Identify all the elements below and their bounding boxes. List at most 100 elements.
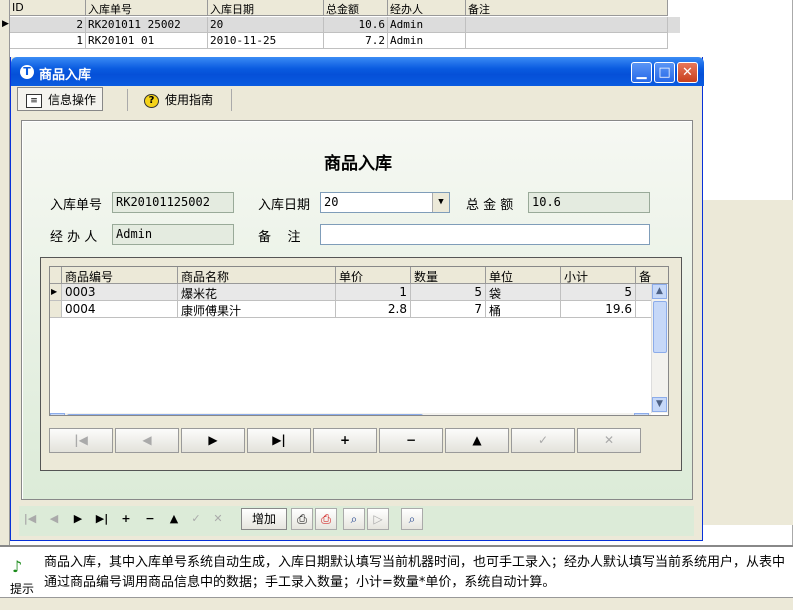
col-header[interactable]: 数量 — [411, 267, 486, 284]
col-header[interactable]: 总金额 — [324, 0, 388, 16]
cell-no: RK201011 25002 — [86, 17, 208, 33]
first-record-button[interactable]: |◀ — [19, 510, 41, 528]
chevron-down-icon[interactable]: ▼ — [432, 193, 449, 212]
last-record-button[interactable]: ▶| — [91, 510, 113, 528]
tip-text: 商品入库，其中入库单号系统自动生成，入库日期默认填写当前机器时间，也可手工录入；… — [44, 555, 786, 590]
status-bar — [0, 597, 793, 610]
help-icon: ? — [144, 93, 159, 108]
cell-subtotal: 5 — [561, 284, 636, 301]
col-header[interactable]: 经办人 — [388, 0, 466, 16]
next-record-button[interactable]: ▶ — [67, 510, 89, 528]
col-header[interactable]: 备 — [636, 267, 668, 284]
cell-handler: Admin — [388, 17, 466, 33]
edit-record-button[interactable]: ▲ — [445, 428, 509, 453]
vertical-scrollbar[interactable]: ▲ ▼ — [651, 284, 668, 413]
order-no-field[interactable]: RK20101125002 — [112, 192, 234, 213]
horizontal-scroll-thumb[interactable]: ||| — [67, 414, 423, 415]
handler-field[interactable]: Admin — [112, 224, 234, 245]
post-record-button[interactable]: ✓ — [185, 510, 207, 528]
cell-handler: Admin — [388, 33, 466, 49]
date-value: 20 — [324, 195, 339, 209]
note-field[interactable] — [320, 224, 650, 245]
cell-note — [466, 17, 668, 33]
col-header[interactable]: 单位 — [486, 267, 561, 284]
tip-icon: ♪ — [12, 557, 23, 576]
print-icon[interactable]: ⎙ — [291, 508, 313, 530]
cell-name: 爆米花 — [178, 284, 336, 301]
tip-label: 提示 — [10, 582, 35, 596]
prior-record-button[interactable]: ◀ — [43, 510, 65, 528]
last-record-button[interactable]: ▶| — [247, 428, 311, 453]
stock-in-window: T 商品入库 ▁ □ ✕ ≡ 信息操作 ? 使用指南 商品入库 入库单号 RK201… — [10, 57, 704, 541]
date-picker[interactable]: 20 ▼ — [320, 192, 450, 213]
bottom-toolbar: |◀ ◀ ▶ ▶| + − ▲ ✓ ✕ 增加 ⎙ ⎙ ⌕ ▷ ⌕ — [19, 508, 424, 530]
edit-record-button[interactable]: ▲ — [163, 510, 185, 528]
table-row[interactable]: 0004 康师傅果汁 2.8 7 桶 19.6 — [50, 301, 668, 318]
window-titlebar[interactable]: T 商品入库 ▁ □ ✕ — [11, 57, 704, 86]
cell-price: 2.8 — [336, 301, 411, 318]
status-panel: ♪ 提示 商品入库，其中入库单号系统自动生成，入库日期默认填写当前机器时间，也可… — [0, 545, 793, 596]
grid-header: 商品编号 商品名称 单价 数量 单位 小计 备 — [50, 267, 668, 284]
cell-no: RK20101 01 — [86, 33, 208, 49]
cell-id: 1 — [10, 33, 86, 49]
background-panel — [700, 200, 793, 525]
detail-grid: 商品编号 商品名称 单价 数量 单位 小计 备 ▶ 0003 爆米花 1 5 袋… — [49, 266, 669, 416]
table-row[interactable]: ▶ 0003 爆米花 1 5 袋 5 — [50, 284, 668, 301]
col-header[interactable]: 商品名称 — [178, 267, 336, 284]
col-header[interactable]: 入库日期 — [208, 0, 324, 16]
col-header[interactable]: ID — [10, 0, 86, 16]
maximize-button[interactable]: □ — [654, 62, 675, 83]
detail-grid-panel: 商品编号 商品名称 单价 数量 单位 小计 备 ▶ 0003 爆米花 1 5 袋… — [40, 257, 682, 471]
total-field[interactable]: 10.6 — [528, 192, 650, 213]
date-label: 入库日期 — [258, 198, 311, 213]
table-row[interactable]: 1 RK20101 01 2010-11-25 7.2 Admin — [10, 33, 680, 49]
cancel-record-button[interactable]: ✕ — [207, 510, 229, 528]
vertical-scroll-thumb[interactable] — [653, 301, 667, 353]
minimize-button[interactable]: ▁ — [631, 62, 652, 83]
cancel-record-button[interactable]: ✕ — [577, 428, 641, 453]
cell-unit: 桶 — [486, 301, 561, 318]
current-row-indicator-icon: ▶ — [50, 284, 62, 301]
tab-info-operations[interactable]: ≡ 信息操作 — [17, 87, 104, 111]
window-client-area: ≡ 信息操作 ? 使用指南 商品入库 入库单号 RK20101125002 入库日期… — [15, 86, 700, 538]
cell-price: 1 — [336, 284, 411, 301]
preview-icon[interactable]: ⌕ — [401, 508, 423, 530]
horizontal-scrollbar[interactable]: ◀ ||| ▶ — [50, 413, 651, 415]
next-record-button[interactable]: ▶ — [181, 428, 245, 453]
search-icon[interactable]: ⌕ — [343, 508, 365, 530]
cell-date: 20 — [208, 17, 324, 33]
scroll-down-icon[interactable]: ▼ — [652, 397, 667, 412]
row-indicator-header — [50, 267, 62, 284]
tab-label: 使用指南 — [165, 93, 214, 107]
col-header[interactable]: 单价 — [336, 267, 411, 284]
cell-qty: 7 — [411, 301, 486, 318]
play-icon[interactable]: ▷ — [367, 508, 389, 530]
close-button[interactable]: ✕ — [677, 62, 698, 83]
cell-note — [466, 33, 668, 49]
prior-record-button[interactable]: ◀ — [115, 428, 179, 453]
cell-name: 康师傅果汁 — [178, 301, 336, 318]
col-header[interactable]: 商品编号 — [62, 267, 178, 284]
col-header[interactable]: 备注 — [466, 0, 668, 16]
tab-label: 信息操作 — [48, 93, 97, 107]
post-record-button[interactable]: ✓ — [511, 428, 575, 453]
col-header[interactable]: 入库单号 — [86, 0, 208, 16]
first-record-button[interactable]: |◀ — [49, 428, 113, 453]
add-button[interactable]: 增加 — [241, 508, 287, 530]
scroll-up-icon[interactable]: ▲ — [652, 284, 667, 299]
tab-user-guide[interactable]: ? 使用指南 — [135, 87, 220, 111]
insert-record-button[interactable]: + — [115, 510, 137, 528]
cell-id: 2 — [10, 17, 86, 33]
current-row-indicator-icon: ▶ — [2, 19, 9, 29]
delete-record-button[interactable]: − — [139, 510, 161, 528]
cell-date: 2010-11-25 — [208, 33, 324, 49]
delete-record-button[interactable]: − — [379, 428, 443, 453]
scroll-right-icon[interactable]: ▶ — [634, 413, 649, 415]
cell-amount: 10.6 — [324, 17, 388, 33]
cell-code: 0003 — [62, 284, 178, 301]
col-header[interactable]: 小计 — [561, 267, 636, 284]
print-delete-icon[interactable]: ⎙ — [315, 508, 337, 530]
insert-record-button[interactable]: + — [313, 428, 377, 453]
table-row[interactable]: 2 RK201011 25002 20 10.6 Admin — [10, 17, 680, 33]
scroll-left-icon[interactable]: ◀ — [50, 413, 65, 415]
